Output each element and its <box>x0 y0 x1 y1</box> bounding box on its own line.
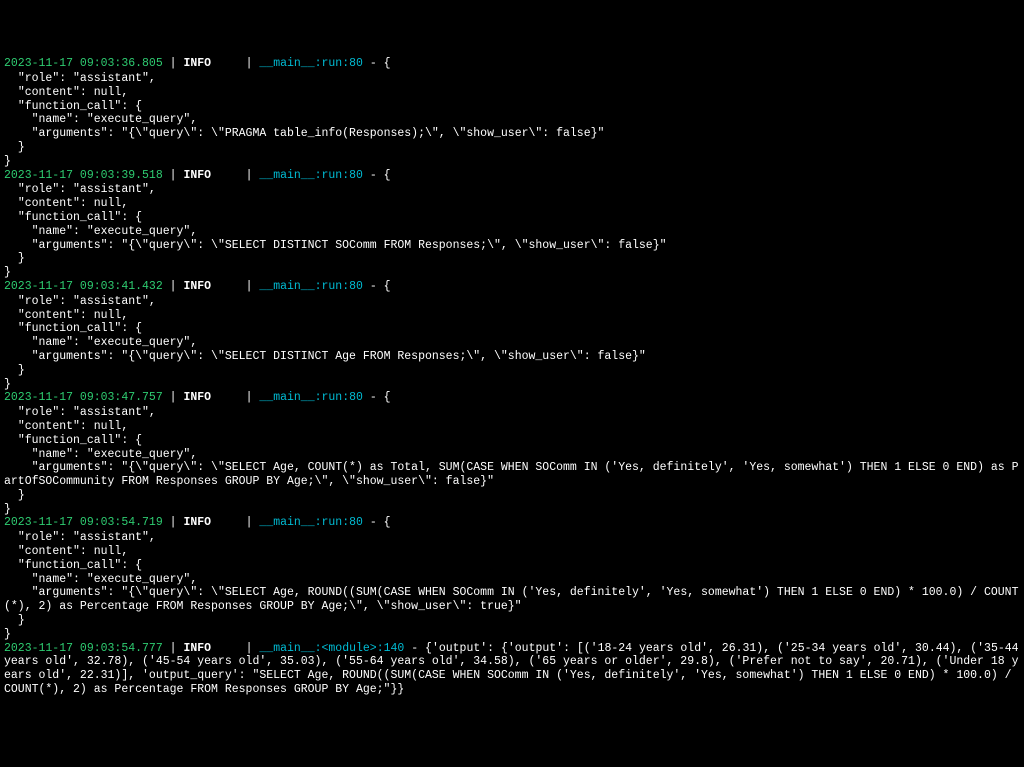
separator: | <box>239 516 260 529</box>
timestamp: 2023-11-17 09:03:39.518 <box>4 169 163 182</box>
log-level: INFO <box>183 642 211 655</box>
log-entry: 2023-11-17 09:03:36.805 | INFO | __main_… <box>4 57 1020 71</box>
log-message-body: "role": "assistant", "content": null, "f… <box>4 183 1020 280</box>
timestamp: 2023-11-17 09:03:54.719 <box>4 516 163 529</box>
log-message-inline: { <box>384 280 391 293</box>
separator-dash: - <box>363 169 384 182</box>
separator: | <box>239 642 260 655</box>
log-entry: 2023-11-17 09:03:39.518 | INFO | __main_… <box>4 169 1020 183</box>
code-location: __main__:run:80 <box>259 57 363 70</box>
separator-dash: - <box>363 391 384 404</box>
log-level: INFO <box>183 57 211 70</box>
timestamp: 2023-11-17 09:03:41.432 <box>4 280 163 293</box>
code-location: __main__:run:80 <box>259 280 363 293</box>
separator-dash: - <box>363 57 384 70</box>
separator: | <box>163 169 184 182</box>
code-location: __main__:run:80 <box>259 169 363 182</box>
log-message-body: "role": "assistant", "content": null, "f… <box>4 72 1020 169</box>
timestamp: 2023-11-17 09:03:54.777 <box>4 642 163 655</box>
separator: | <box>163 642 184 655</box>
separator-dash: - <box>404 642 425 655</box>
code-location: __main__:run:80 <box>259 516 363 529</box>
log-message-body: "role": "assistant", "content": null, "f… <box>4 295 1020 392</box>
separator: | <box>163 57 184 70</box>
separator: | <box>163 516 184 529</box>
separator: | <box>163 391 184 404</box>
log-message-inline: { <box>384 169 391 182</box>
log-level: INFO <box>183 280 211 293</box>
log-message-body: "role": "assistant", "content": null, "f… <box>4 531 1020 641</box>
separator: | <box>239 169 260 182</box>
log-entry: 2023-11-17 09:03:54.719 | INFO | __main_… <box>4 516 1020 530</box>
separator: | <box>239 391 260 404</box>
separator-dash: - <box>363 280 384 293</box>
timestamp: 2023-11-17 09:03:47.757 <box>4 391 163 404</box>
separator-dash: - <box>363 516 384 529</box>
log-level: INFO <box>183 169 211 182</box>
log-entry: 2023-11-17 09:03:41.432 | INFO | __main_… <box>4 280 1020 294</box>
separator: | <box>239 57 260 70</box>
code-location: __main__:run:80 <box>259 391 363 404</box>
log-message-inline: { <box>384 391 391 404</box>
log-message-inline: { <box>384 516 391 529</box>
log-entry: 2023-11-17 09:03:47.757 | INFO | __main_… <box>4 391 1020 405</box>
log-output: 2023-11-17 09:03:36.805 | INFO | __main_… <box>4 57 1020 697</box>
code-location: __main__:<module>:140 <box>259 642 404 655</box>
timestamp: 2023-11-17 09:03:36.805 <box>4 57 163 70</box>
separator: | <box>163 280 184 293</box>
separator: | <box>239 280 260 293</box>
log-level: INFO <box>183 516 211 529</box>
log-message-body: "role": "assistant", "content": null, "f… <box>4 406 1020 516</box>
log-level: INFO <box>183 391 211 404</box>
log-entry: 2023-11-17 09:03:54.777 | INFO | __main_… <box>4 642 1020 697</box>
log-message-inline: { <box>384 57 391 70</box>
